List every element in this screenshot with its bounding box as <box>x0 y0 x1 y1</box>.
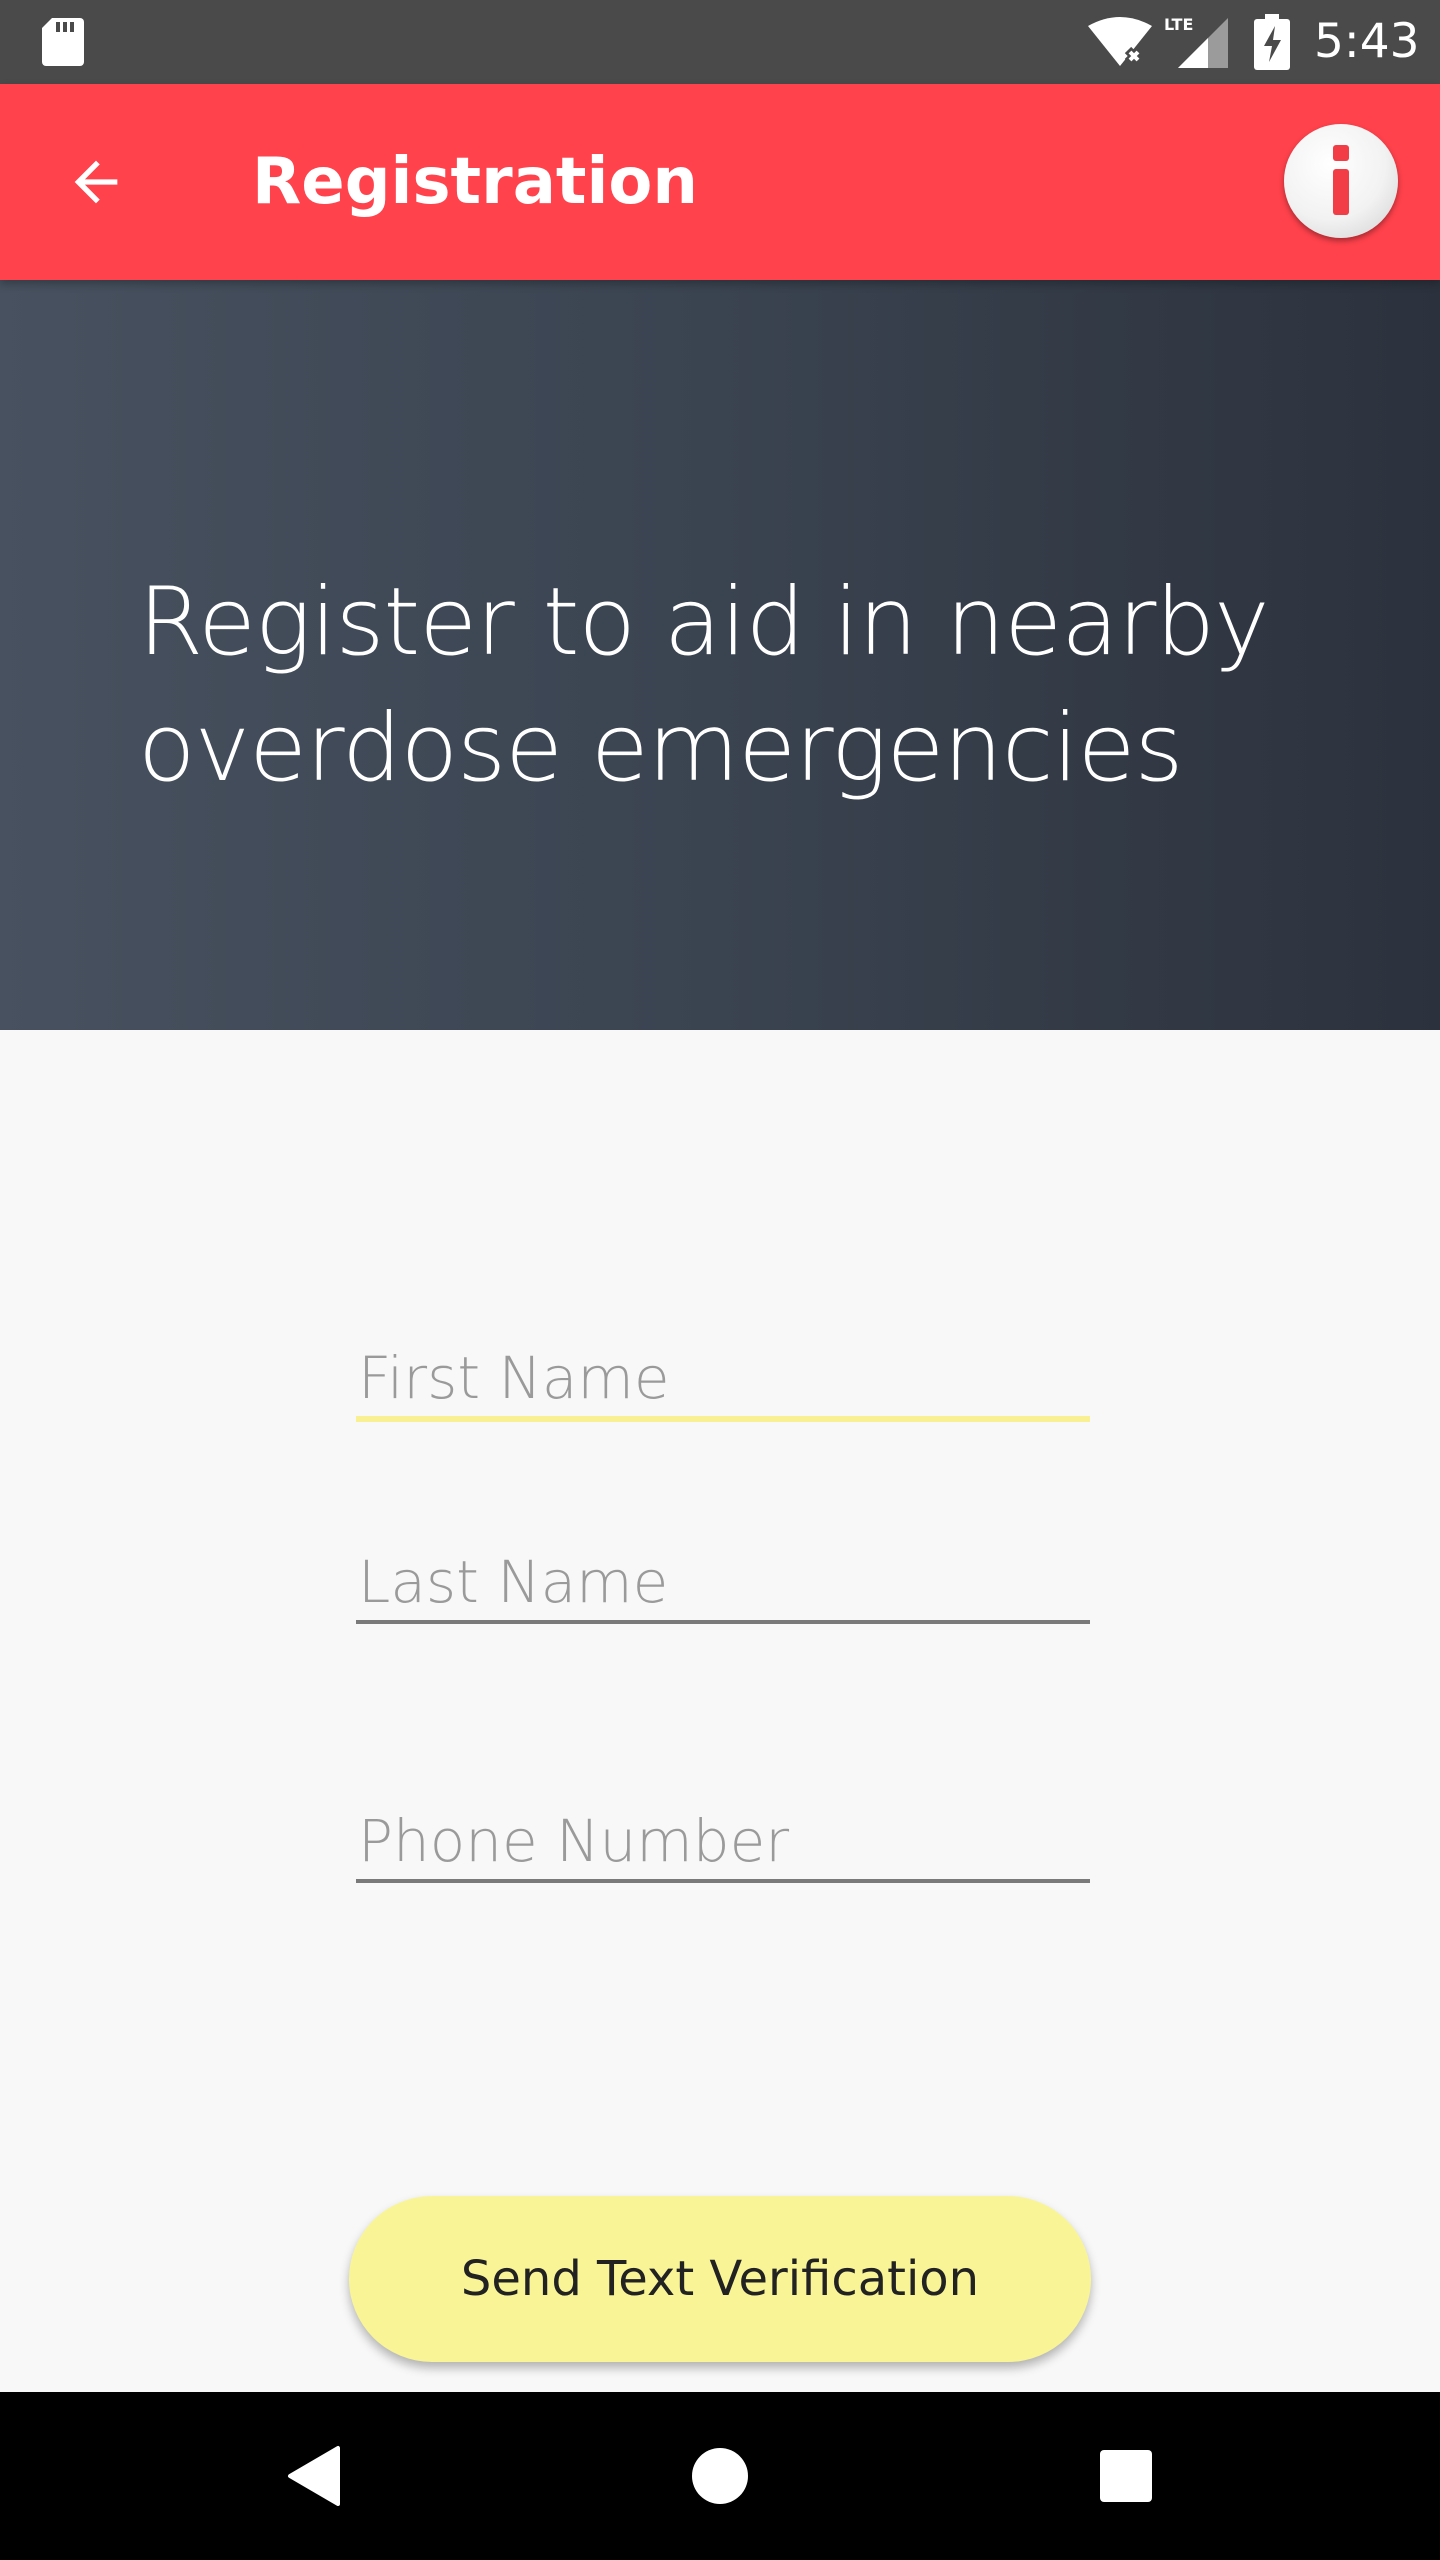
last-name-field <box>356 1544 1090 1624</box>
sd-card-icon <box>42 18 84 66</box>
status-clock: 5:43 <box>1314 14 1420 69</box>
signal-icon: LTE <box>1164 15 1228 68</box>
hero-headline: Register to aid in nearby overdose emerg… <box>138 560 1338 812</box>
arrow-back-icon <box>74 160 118 204</box>
hero-headline-line-2: overdose emergencies <box>138 694 1183 803</box>
first-name-input[interactable] <box>356 1340 1090 1416</box>
last-name-input[interactable] <box>356 1544 1090 1620</box>
system-nav-bar <box>0 2392 1440 2560</box>
phone-number-underline <box>356 1879 1090 1883</box>
hero-headline-line-1: Register to aid in nearby <box>138 568 1270 677</box>
nav-back-button[interactable] <box>264 2426 364 2526</box>
registration-form: Send Text Verification <box>0 1030 1440 2392</box>
wifi-icon <box>1088 17 1152 66</box>
page-title: Registration <box>252 145 698 219</box>
phone-number-input[interactable] <box>356 1803 1090 1879</box>
back-button[interactable] <box>56 142 136 222</box>
phone-number-field <box>356 1803 1090 1883</box>
info-button[interactable] <box>1284 124 1398 238</box>
info-icon <box>1333 145 1349 215</box>
app-bar: Registration <box>0 84 1440 280</box>
nav-recents-icon <box>1100 2450 1152 2502</box>
first-name-underline <box>356 1416 1090 1422</box>
hero-banner: Register to aid in nearby overdose emerg… <box>0 280 1440 1030</box>
status-bar: LTE 5:43 <box>0 0 1440 84</box>
network-label: LTE <box>1164 15 1193 34</box>
nav-back-icon <box>288 2446 340 2506</box>
battery-charging-icon <box>1254 14 1290 70</box>
first-name-field <box>356 1340 1090 1422</box>
nav-recents-button[interactable] <box>1076 2426 1176 2526</box>
registration-screen: LTE 5:43 Registration Register to aid in… <box>0 0 1440 2560</box>
nav-home-button[interactable] <box>670 2426 770 2526</box>
send-text-verification-button[interactable]: Send Text Verification <box>349 2196 1091 2362</box>
nav-home-icon <box>692 2448 748 2504</box>
last-name-underline <box>356 1620 1090 1624</box>
